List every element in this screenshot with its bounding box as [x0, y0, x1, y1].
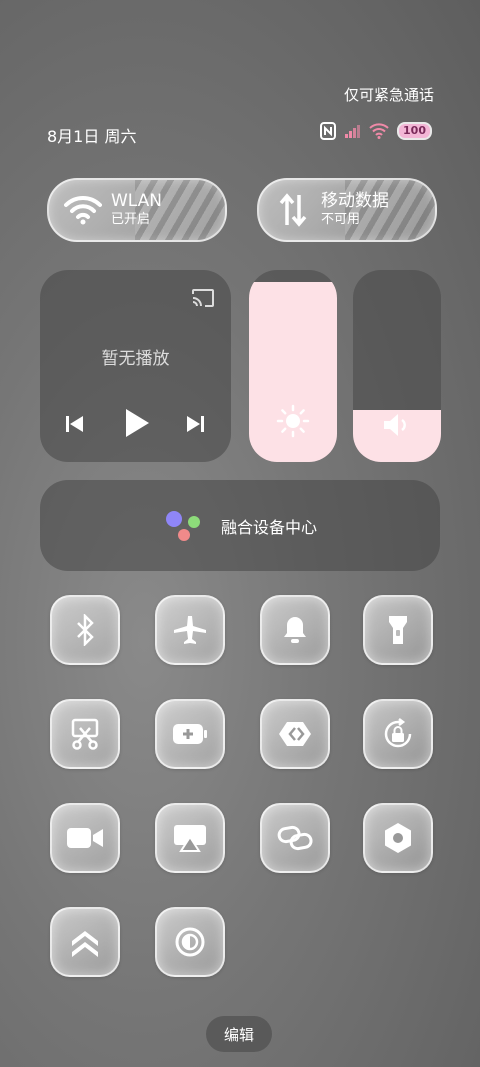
nfc-icon	[319, 122, 337, 140]
wifi-status-icon	[369, 123, 389, 139]
speaker-icon	[353, 412, 441, 438]
airplane-icon	[173, 615, 207, 645]
battery-saver-toggle[interactable]	[155, 699, 225, 769]
signal-icon	[345, 124, 361, 138]
wlan-toggle[interactable]: WLAN 已开启	[47, 178, 227, 242]
screen-cast-toggle[interactable]	[155, 803, 225, 873]
edit-button[interactable]: 编辑	[206, 1016, 272, 1052]
airplane-mode-toggle[interactable]	[155, 595, 225, 665]
fusion-dots-icon	[163, 509, 207, 543]
previous-track-icon[interactable]	[65, 414, 85, 434]
volume-slider[interactable]	[353, 270, 441, 462]
rotation-lock-toggle[interactable]	[363, 699, 433, 769]
link-icon	[277, 825, 313, 851]
flashlight-toggle[interactable]	[363, 595, 433, 665]
video-camera-icon	[66, 826, 104, 850]
bluetooth-toggle[interactable]	[50, 595, 120, 665]
emergency-calls-text: 仅可紧急通话	[343, 86, 434, 104]
cast-screen-icon	[173, 824, 207, 852]
chevrons-up-icon	[70, 927, 100, 957]
status-icons: 100	[319, 122, 432, 140]
no-media-text: 暂无播放	[101, 349, 170, 369]
screen-record-toggle[interactable]	[50, 803, 120, 873]
hexagon-gear-icon	[383, 822, 413, 854]
wlan-status: 已开启	[111, 212, 151, 227]
data-arrows-icon	[273, 190, 313, 230]
media-player-card[interactable]: 暂无播放	[40, 270, 231, 462]
share-arrow-icon	[278, 721, 312, 747]
fusion-device-center[interactable]: 融合设备中心	[40, 480, 440, 571]
rotation-lock-icon	[382, 718, 414, 750]
date-text: 8月1日 周六	[47, 127, 137, 146]
cast-icon[interactable]	[191, 288, 215, 308]
screenshot-toggle[interactable]	[50, 699, 120, 769]
contrast-icon	[174, 926, 206, 958]
next-track-icon[interactable]	[185, 414, 205, 434]
nfc-share-toggle[interactable]	[260, 699, 330, 769]
battery-icon	[172, 723, 208, 745]
performance-toggle[interactable]	[50, 907, 120, 977]
settings-toggle[interactable]	[363, 803, 433, 873]
wlan-title: WLAN	[111, 191, 163, 211]
battery-badge: 100	[397, 122, 432, 140]
mobile-data-toggle[interactable]: 移动数据 不可用	[257, 178, 437, 242]
wifi-icon	[63, 190, 103, 230]
scissors-icon	[70, 718, 100, 750]
bluetooth-icon	[73, 614, 97, 646]
fusion-center-label: 融合设备中心	[220, 517, 317, 537]
bell-icon	[281, 615, 309, 645]
link-share-toggle[interactable]	[260, 803, 330, 873]
mobile-data-status: 不可用	[321, 212, 361, 227]
mobile-data-title: 移动数据	[321, 191, 389, 211]
contrast-toggle[interactable]	[155, 907, 225, 977]
play-icon[interactable]	[124, 408, 150, 438]
flashlight-icon	[387, 614, 409, 646]
notifications-toggle[interactable]	[260, 595, 330, 665]
sun-icon	[249, 404, 337, 438]
brightness-slider[interactable]	[249, 270, 337, 462]
